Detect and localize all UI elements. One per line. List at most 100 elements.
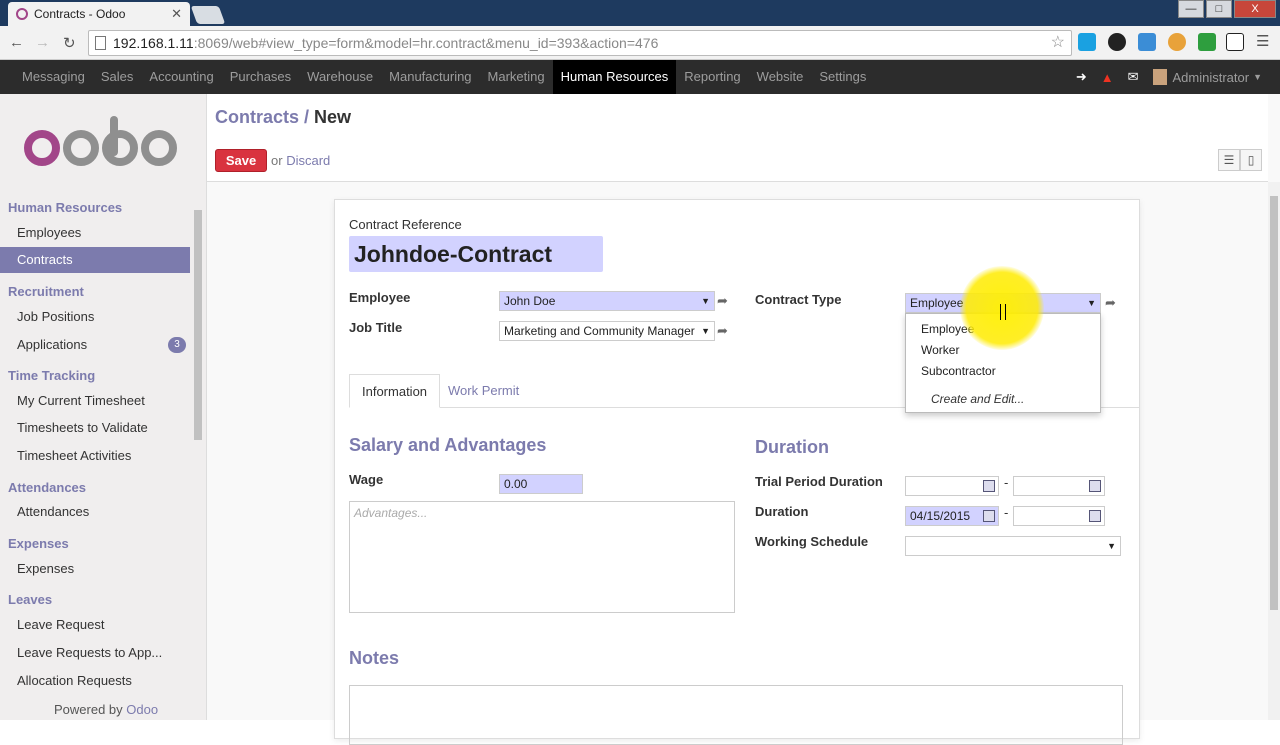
sidebar-item-contracts[interactable]: Contracts — [0, 247, 190, 273]
url-input[interactable]: 192.168.1.11:8069/web#view_type=form&mod… — [88, 30, 1072, 56]
job-title-label: Job Title — [349, 320, 403, 335]
count-badge: 3 — [168, 337, 186, 353]
sidebar-item-leave-request[interactable]: Leave Request — [0, 612, 190, 638]
menu-purchases[interactable]: Purchases — [222, 60, 299, 94]
browser-tab-title: Contracts - Odoo — [34, 7, 126, 21]
employee-select[interactable]: John Doe ▼ — [499, 291, 715, 311]
duration-start-date-input[interactable]: 04/15/2015 — [905, 506, 999, 526]
sidebar-item-timesheet-activities[interactable]: Timesheet Activities — [0, 443, 190, 469]
form-view-icon[interactable]: ▯ — [1240, 149, 1262, 171]
duration-end-date-input[interactable] — [1013, 506, 1105, 526]
alert-icon[interactable]: ▲ — [1101, 70, 1114, 85]
external-link-icon[interactable]: ➦ — [1105, 295, 1116, 311]
maximize-button[interactable]: □ — [1206, 0, 1232, 18]
sidebar-section-recruitment: Recruitment — [8, 284, 84, 299]
sidebar-section-attendances: Attendances — [8, 480, 87, 495]
calendar-icon[interactable] — [1089, 480, 1101, 492]
chevron-down-icon[interactable]: ▼ — [1107, 537, 1116, 555]
caret-down-icon[interactable]: ▼ — [1253, 72, 1262, 82]
main-scrollbar[interactable] — [1268, 182, 1280, 720]
contract-reference-input[interactable]: Johndoe-Contract — [349, 236, 603, 272]
extension-icon[interactable] — [1108, 33, 1126, 51]
powered-by: Powered by Odoo — [54, 702, 158, 717]
chevron-down-icon[interactable]: ▼ — [701, 322, 710, 340]
scrollbar-thumb[interactable] — [1270, 196, 1278, 610]
sidebar-scrollbar[interactable] — [192, 198, 204, 698]
odoo-logo[interactable] — [24, 116, 184, 176]
calendar-icon[interactable] — [983, 510, 995, 522]
address-bar-row: ← → ↻ 192.168.1.11:8069/web#view_type=fo… — [0, 26, 1280, 60]
powered-brand-link[interactable]: Odoo — [126, 702, 158, 717]
menu-website[interactable]: Website — [749, 60, 812, 94]
menu-human-resources[interactable]: Human Resources — [552, 60, 677, 94]
duration-start-value: 04/15/2015 — [910, 509, 971, 523]
extension-icon-3[interactable] — [1198, 33, 1216, 51]
contract-reference-label: Contract Reference — [349, 217, 462, 232]
dropdown-create-and-edit[interactable]: Create and Edit... — [931, 392, 1024, 406]
discard-link[interactable]: Discard — [286, 153, 330, 168]
menu-marketing[interactable]: Marketing — [480, 60, 553, 94]
working-schedule-select[interactable]: ▼ — [905, 536, 1121, 556]
sidebar-section-hr: Human Resources — [8, 200, 123, 215]
wage-label: Wage — [349, 472, 384, 487]
sidebar-section-time-tracking: Time Tracking — [8, 368, 96, 383]
chevron-down-icon[interactable]: ▼ — [1087, 294, 1096, 312]
external-link-icon[interactable]: ➦ — [717, 323, 728, 339]
tab-work-permit[interactable]: Work Permit — [436, 374, 531, 408]
forward-icon[interactable]: → — [35, 34, 50, 51]
sidebar-item-leave-requests-approve[interactable]: Leave Requests to App... — [0, 640, 190, 666]
sidebar-item-applications[interactable]: Applications 3 — [0, 332, 190, 358]
list-view-icon[interactable]: ☰ — [1218, 149, 1240, 171]
sidebar-item-allocation-requests[interactable]: Allocation Requests — [0, 668, 190, 694]
chrome-menu-icon[interactable]: ☰ — [1256, 32, 1269, 50]
logo-letter-o — [24, 130, 60, 166]
reload-icon[interactable]: ↻ — [63, 34, 76, 52]
breadcrumb-contracts-link[interactable]: Contracts — [215, 107, 299, 127]
menu-manufacturing[interactable]: Manufacturing — [381, 60, 479, 94]
menu-accounting[interactable]: Accounting — [141, 60, 221, 94]
download-extension-icon[interactable] — [1138, 33, 1156, 51]
menu-warehouse[interactable]: Warehouse — [299, 60, 381, 94]
tab-information[interactable]: Information — [349, 374, 441, 408]
chevron-down-icon[interactable]: ▼ — [701, 292, 710, 310]
advantages-textarea[interactable]: Advantages... — [349, 501, 735, 613]
close-window-button[interactable]: X — [1234, 0, 1276, 18]
new-tab-button[interactable] — [190, 6, 226, 24]
sidebar-item-timesheets-validate[interactable]: Timesheets to Validate — [0, 415, 190, 441]
contract-type-label: Contract Type — [755, 292, 842, 307]
menu-messaging[interactable]: Messaging — [14, 60, 93, 94]
close-tab-icon[interactable]: ✕ — [171, 6, 182, 22]
user-menu[interactable]: Administrator — [1173, 70, 1250, 85]
dropdown-option-worker[interactable]: Worker — [921, 340, 959, 360]
external-link-icon[interactable]: ➦ — [717, 293, 728, 309]
save-button[interactable]: Save — [215, 149, 267, 172]
trial-end-date-input[interactable] — [1013, 476, 1105, 496]
skype-extension-icon[interactable] — [1078, 33, 1096, 51]
menu-settings[interactable]: Settings — [811, 60, 874, 94]
bookmark-star-icon[interactable]: ☆ — [1051, 31, 1065, 55]
job-title-select[interactable]: Marketing and Community Manager ▼ — [499, 321, 715, 341]
sidebar-item-employees[interactable]: Employees — [0, 220, 190, 246]
extension-icon-2[interactable] — [1168, 33, 1186, 51]
notes-heading: Notes — [349, 648, 400, 668]
contract-type-value: Employee — [910, 296, 964, 310]
sign-in-icon[interactable]: ➜ — [1076, 69, 1087, 85]
sidebar-item-expenses[interactable]: Expenses — [0, 556, 190, 582]
notes-extension-icon[interactable] — [1226, 33, 1244, 51]
sidebar-item-attendances[interactable]: Attendances — [0, 499, 190, 525]
sidebar-item-my-timesheet[interactable]: My Current Timesheet — [0, 388, 190, 414]
scrollbar-thumb[interactable] — [194, 210, 202, 440]
chat-icon[interactable]: ✉ — [1128, 69, 1139, 85]
sidebar-item-job-positions[interactable]: Job Positions — [0, 304, 190, 330]
dropdown-option-subcontractor[interactable]: Subcontractor — [921, 361, 996, 381]
calendar-icon[interactable] — [1089, 510, 1101, 522]
browser-tab[interactable]: Contracts - Odoo ✕ — [8, 2, 190, 26]
menu-reporting[interactable]: Reporting — [676, 60, 748, 94]
trial-start-date-input[interactable] — [905, 476, 999, 496]
wage-input[interactable]: 0.00 — [499, 474, 583, 494]
calendar-icon[interactable] — [983, 480, 995, 492]
minimize-button[interactable]: — — [1178, 0, 1204, 18]
menu-sales[interactable]: Sales — [93, 60, 142, 94]
back-icon[interactable]: ← — [9, 34, 24, 51]
notes-textarea[interactable] — [349, 685, 1123, 745]
